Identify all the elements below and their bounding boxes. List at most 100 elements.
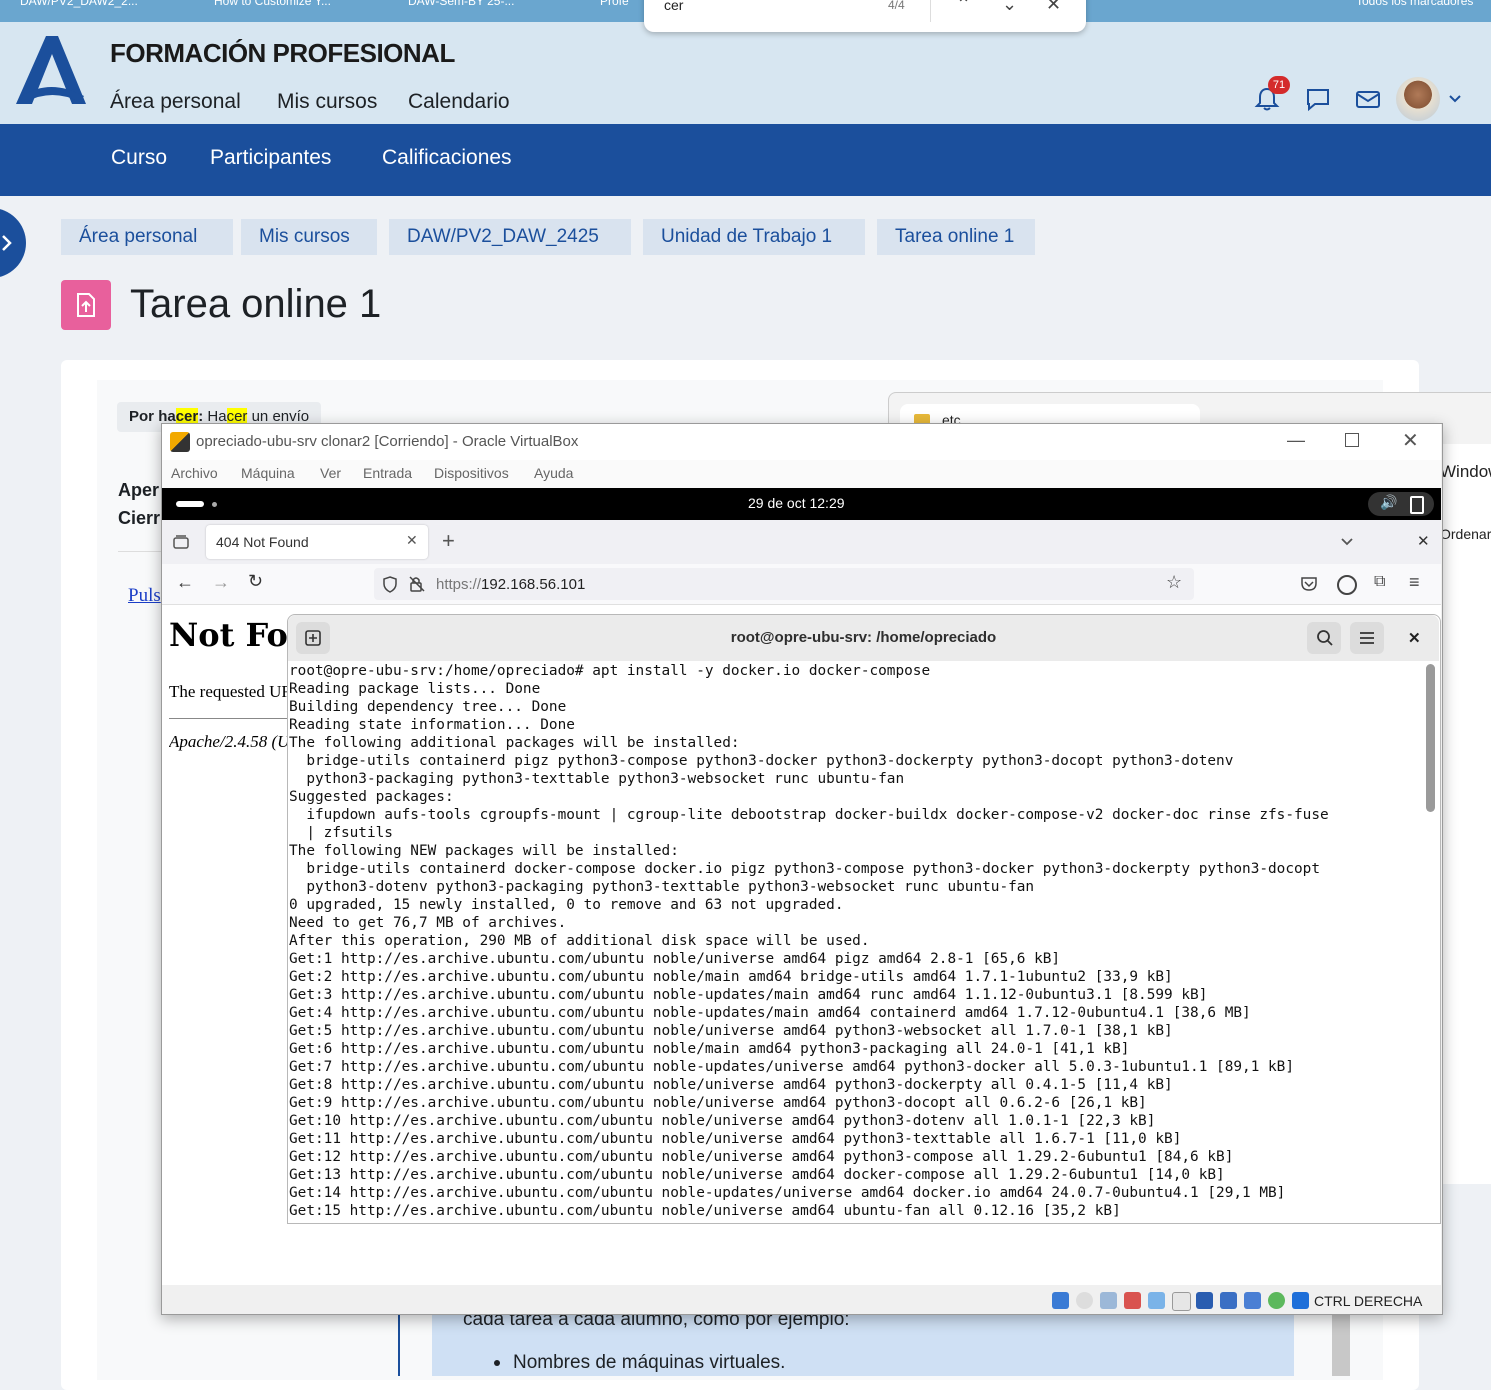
- find-count: 4/4: [888, 0, 905, 12]
- chevron-right-icon: [2, 235, 12, 251]
- nav-calendario[interactable]: Calendario: [408, 90, 510, 114]
- terminal-close-icon[interactable]: ✕: [1408, 629, 1421, 647]
- breadcrumb-mis-cursos[interactable]: Mis cursos: [241, 219, 377, 255]
- hdd-icon[interactable]: [1052, 1292, 1069, 1309]
- explorer-content: [1440, 444, 1491, 1184]
- avatar[interactable]: [1396, 77, 1440, 121]
- mail-icon[interactable]: [1355, 86, 1381, 112]
- extensions-icon[interactable]: ⧉: [1374, 573, 1385, 591]
- reload-icon[interactable]: ↻: [248, 571, 263, 592]
- error-message: The requested URL was not found on this …: [169, 682, 288, 701]
- optical-drive-icon[interactable]: [1076, 1292, 1093, 1309]
- forward-icon[interactable]: →: [212, 572, 230, 593]
- tab-participantes[interactable]: Participantes: [210, 146, 331, 170]
- explorer-sort-button[interactable]: Ordenar: [1440, 526, 1491, 542]
- bookmark-2[interactable]: How to Customize Y...: [214, 0, 331, 8]
- nav-mis-cursos[interactable]: Mis cursos: [277, 90, 377, 114]
- menu-entrada[interactable]: Entrada: [363, 465, 412, 481]
- usb-icon[interactable]: [1148, 1292, 1165, 1309]
- chat-icon[interactable]: [1305, 86, 1331, 112]
- content-border: [398, 1313, 400, 1376]
- bookmark-3[interactable]: DAW-Sem-BY 25-...: [408, 0, 514, 8]
- breadcrumb-area-personal[interactable]: Área personal: [61, 219, 233, 255]
- tab-calificaciones[interactable]: Calificaciones: [382, 146, 512, 170]
- breadcrumb-unidad[interactable]: Unidad de Trabajo 1: [643, 219, 865, 255]
- drawer-toggle-button[interactable]: [0, 208, 26, 278]
- bookmark-1[interactable]: DAW/PV2_DAW2_2...: [20, 0, 138, 8]
- server-signature: Apache/2.4.58 (Ubuntu) Server at 192.168…: [169, 732, 288, 751]
- menu-ver[interactable]: Ver: [320, 465, 341, 481]
- url-host: 192.168.56.101: [481, 576, 586, 593]
- tab-close-icon[interactable]: ✕: [406, 532, 418, 549]
- gnome-clock[interactable]: 29 de oct 12:29: [748, 495, 845, 511]
- battery-icon: [1410, 496, 1424, 514]
- window-close-icon[interactable]: ✕: [1417, 532, 1430, 550]
- host-key-label: CTRL DERECHA: [1314, 1293, 1423, 1309]
- system-status-area[interactable]: 🔊: [1368, 492, 1434, 516]
- pocket-icon[interactable]: [1300, 576, 1318, 592]
- close-find-icon[interactable]: ✕: [1046, 0, 1061, 15]
- network-icon[interactable]: [1124, 1292, 1141, 1309]
- find-input[interactable]: cer: [664, 0, 683, 13]
- submission-link[interactable]: Puls: [128, 585, 161, 607]
- bookmark-star-icon[interactable]: ☆: [1166, 572, 1182, 593]
- close-icon[interactable]: ✕: [1402, 428, 1419, 453]
- nav-area-personal[interactable]: Área personal: [110, 90, 241, 114]
- search-icon: [1317, 630, 1333, 646]
- chevron-down-icon[interactable]: [1448, 94, 1462, 104]
- todo-prefix: Por: [129, 408, 159, 425]
- page-scrollbar[interactable]: [1332, 1313, 1350, 1376]
- date-label-close: Cierr: [118, 508, 161, 528]
- site-name[interactable]: FORMACIÓN PROFESIONAL: [110, 38, 455, 69]
- chevron-up-icon[interactable]: ⌃: [956, 0, 971, 15]
- account-icon[interactable]: [1337, 575, 1357, 595]
- minimize-icon[interactable]: —: [1287, 430, 1305, 451]
- site-logo-icon[interactable]: [14, 36, 90, 106]
- virtualbox-app-icon: [170, 432, 190, 452]
- terminal-output[interactable]: root@opre-ubu-srv:/home/opreciado# apt i…: [289, 662, 1425, 1222]
- terminal-menu-button[interactable]: [1350, 622, 1384, 654]
- keyboard-capture-icon[interactable]: [1292, 1292, 1309, 1309]
- guest-additions-icon[interactable]: [1268, 1292, 1285, 1309]
- tab-curso[interactable]: Curso: [111, 146, 167, 170]
- error-heading: Not Found: [169, 616, 289, 654]
- error-divider: [169, 718, 289, 719]
- back-icon[interactable]: ←: [176, 572, 194, 593]
- terminal-search-button[interactable]: [1307, 622, 1341, 654]
- maximize-icon[interactable]: [1345, 433, 1359, 447]
- find-separator: [930, 0, 931, 22]
- menu-archivo[interactable]: Archivo: [171, 465, 218, 481]
- date-label-open: Aper: [118, 480, 160, 500]
- cpu-icon[interactable]: [1244, 1292, 1261, 1309]
- display-icon[interactable]: [1196, 1292, 1213, 1309]
- new-tab-icon[interactable]: +: [442, 528, 455, 554]
- menu-ayuda[interactable]: Ayuda: [534, 465, 573, 481]
- video-capture-icon[interactable]: [1220, 1292, 1237, 1309]
- activities-indicator[interactable]: [176, 501, 204, 507]
- browser-tab-title: 404 Not Found: [216, 534, 309, 550]
- hamburger-menu-icon[interactable]: ≡: [1409, 572, 1420, 593]
- breadcrumb-course[interactable]: DAW/PV2_DAW_2425: [389, 219, 631, 255]
- url-text[interactable]: https://192.168.56.101: [436, 576, 585, 593]
- breadcrumb-tarea[interactable]: Tarea online 1: [877, 219, 1035, 255]
- terminal-scrollbar[interactable]: [1426, 664, 1435, 812]
- bookmark-all[interactable]: Todos los marcadores: [1356, 0, 1473, 8]
- menu-dispositivos[interactable]: Dispositivos: [434, 465, 509, 481]
- url-scheme: https://: [436, 576, 482, 593]
- shared-folders-icon[interactable]: [1172, 1292, 1191, 1311]
- list-tabs-icon[interactable]: [1340, 537, 1354, 547]
- vbox-title: opreciado-ubu-srv clonar2 [Corriendo] - …: [196, 433, 579, 450]
- vbox-menubar: [162, 460, 1441, 488]
- menu-maquina[interactable]: Máquina: [241, 465, 295, 481]
- bullet: [494, 1360, 500, 1366]
- notification-badge: 71: [1268, 76, 1290, 94]
- bookmark-4[interactable]: Profe: [600, 0, 629, 8]
- shield-icon[interactable]: [382, 576, 398, 593]
- tab-overview-icon[interactable]: [172, 534, 190, 550]
- hamburger-icon: [1360, 632, 1374, 644]
- audio-icon[interactable]: [1100, 1292, 1117, 1309]
- explorer-side-text: Window: [1440, 462, 1491, 481]
- chevron-down-icon[interactable]: ⌄: [1002, 0, 1017, 15]
- lock-warning-icon[interactable]: [408, 575, 426, 593]
- info-list-item: Nombres de máquinas virtuales.: [513, 1352, 786, 1373]
